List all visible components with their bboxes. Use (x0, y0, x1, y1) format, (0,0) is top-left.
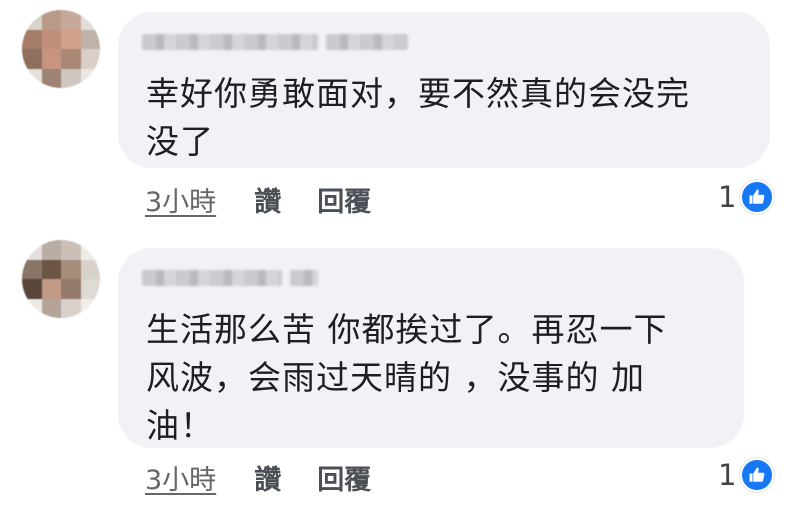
comment-text-line: 风波，会雨过天晴的 ，没事的 加 (146, 358, 645, 397)
reaction-count: 1 (718, 458, 737, 492)
comment-actions: 3小時 讚 回覆 (145, 458, 371, 497)
commenter-name-blurred[interactable] (142, 34, 318, 50)
commenter-name-blurred[interactable] (290, 270, 318, 286)
timestamp-link[interactable]: 3小時 (145, 458, 216, 497)
like-button[interactable]: 讚 (254, 458, 281, 497)
timestamp-link[interactable]: 3小時 (145, 180, 216, 219)
commenter-name-blurred[interactable] (142, 270, 282, 286)
comment-text: 生活那么苦 你都挨过了。再忍一下 风波，会雨过天晴的 ，没事的 加 油！ (146, 306, 668, 450)
comment-actions: 3小時 讚 回覆 (145, 180, 371, 219)
comment-text-line: 没了 (146, 122, 214, 161)
commenter-avatar[interactable] (22, 10, 100, 88)
reply-button[interactable]: 回覆 (317, 180, 371, 219)
reply-button[interactable]: 回覆 (317, 458, 371, 497)
like-button[interactable]: 讚 (254, 180, 281, 219)
thumbs-up-icon (740, 458, 775, 492)
commenter-avatar[interactable] (22, 240, 100, 318)
comment-bubble: 生活那么苦 你都挨过了。再忍一下 风波，会雨过天晴的 ，没事的 加 油！ (118, 248, 744, 448)
reaction-summary[interactable]: 1 (718, 180, 775, 214)
reaction-count: 1 (718, 180, 737, 214)
comment-text-line: 幸好你勇敢面对，要不然真的会没完 (146, 74, 690, 113)
comment-bubble: 幸好你勇敢面对，要不然真的会没完 没了 (118, 12, 770, 168)
thumbs-up-icon (740, 180, 775, 214)
comment-text-line: 生活那么苦 你都挨过了。再忍一下 (146, 310, 668, 349)
commenter-name-blurred[interactable] (326, 34, 408, 50)
reaction-summary[interactable]: 1 (718, 458, 775, 492)
comment-text-line: 油！ (146, 406, 214, 445)
comment-text: 幸好你勇敢面对，要不然真的会没完 没了 (146, 70, 690, 166)
